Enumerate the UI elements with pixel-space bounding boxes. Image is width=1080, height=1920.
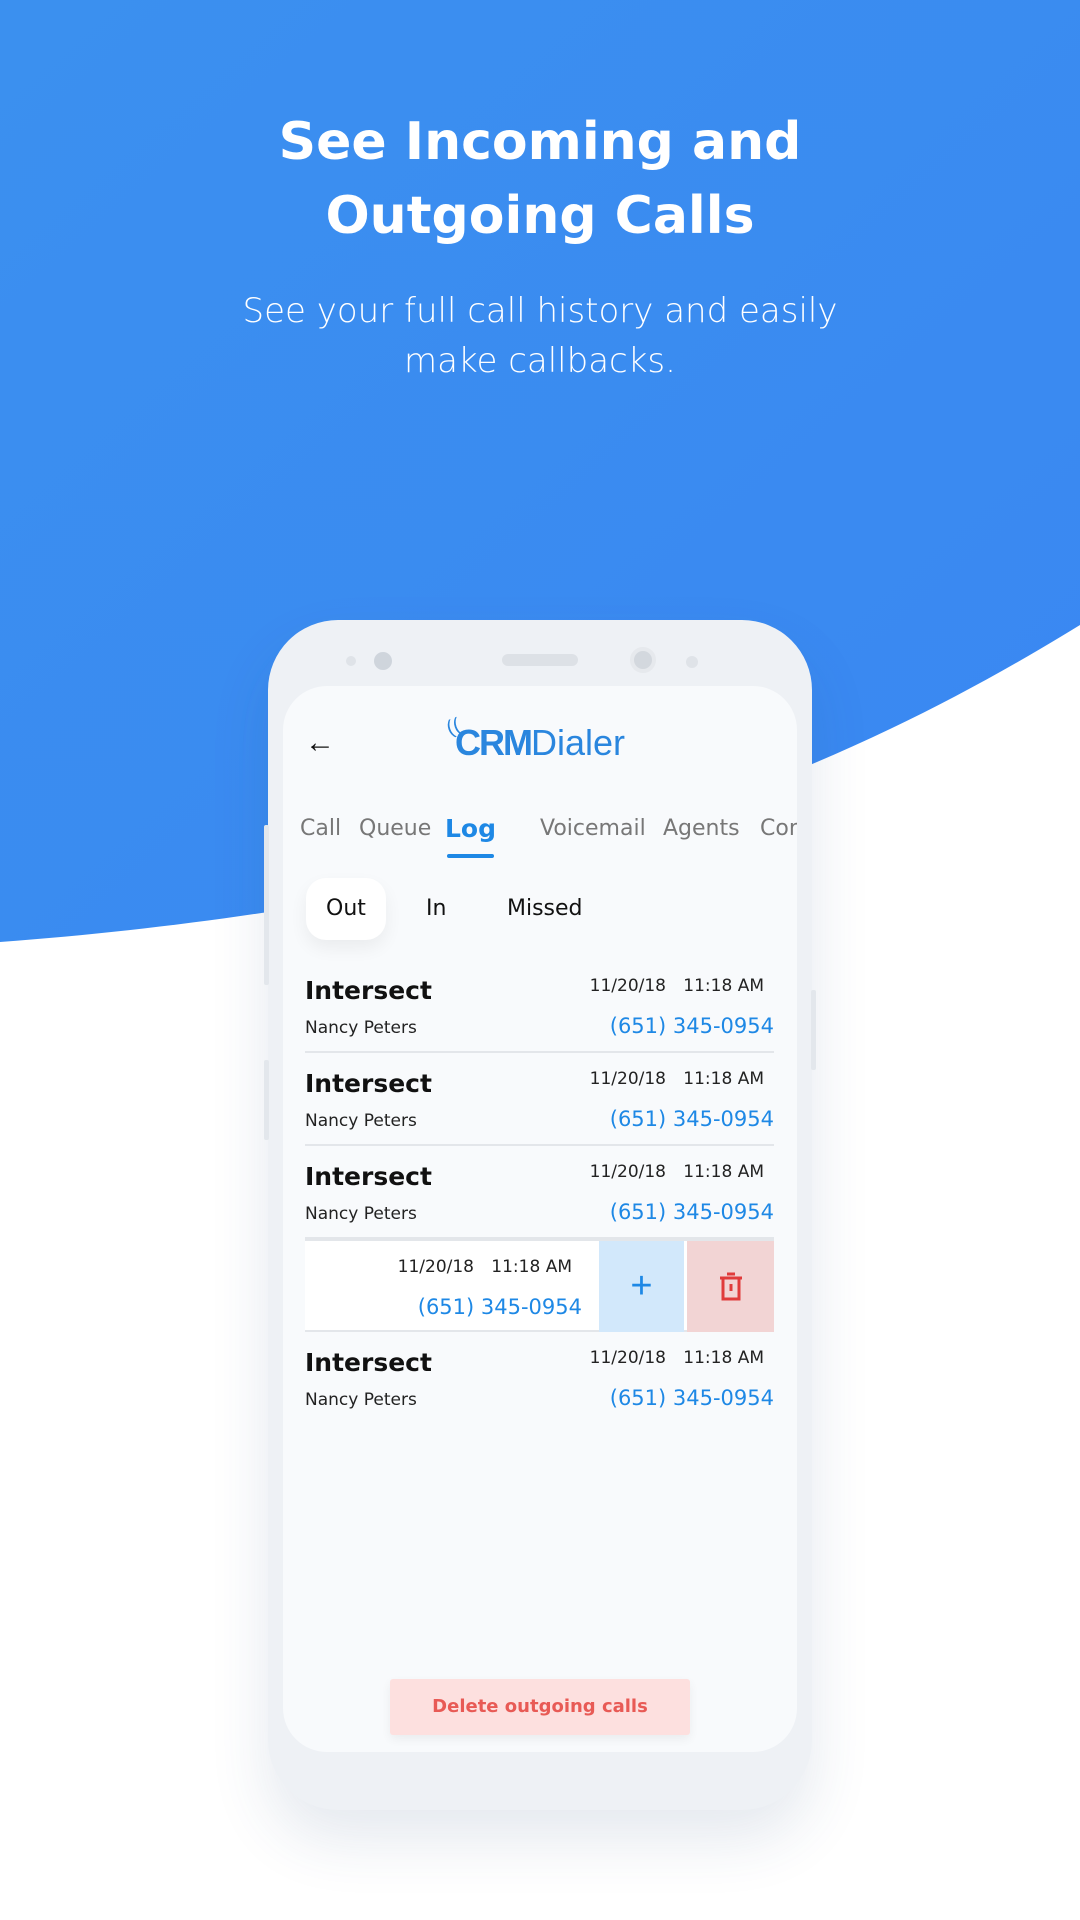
tab-log[interactable]: Log — [445, 814, 496, 858]
side-button — [264, 1060, 269, 1140]
hero-subtitle: See your full call history and easily mak… — [242, 291, 838, 381]
tab-contacts[interactable]: Conta — [760, 816, 797, 841]
subtab-in[interactable]: In — [426, 878, 446, 940]
delete-outgoing-calls-button[interactable]: Delete outgoing calls — [390, 1679, 690, 1735]
phone-number-link[interactable]: (651) 345-0954 — [610, 1014, 774, 1038]
call-log-row-swiped[interactable]: 11/20/18 11:18 AM (651) 345-0954 + — [305, 1239, 774, 1332]
crmdialer-logo: ((CRMDialer — [443, 714, 626, 763]
call-time: 11:18 AM — [683, 1162, 764, 1182]
call-log-row[interactable]: Intersect Nancy Peters 11/20/18 11:18 AM… — [305, 1332, 774, 1425]
phone-number-link[interactable]: (651) 345-0954 — [418, 1295, 582, 1319]
call-date: 11/20/18 — [589, 1162, 666, 1182]
contact-name: Nancy Peters — [305, 1111, 417, 1131]
plus-icon: + — [630, 1265, 653, 1307]
sensor-icon — [346, 656, 356, 666]
arrow-left-icon[interactable]: ← — [305, 726, 335, 760]
call-date: 11/20/18 — [589, 1069, 666, 1089]
speaker-grille — [502, 654, 578, 666]
call-time: 11:18 AM — [683, 1069, 764, 1089]
call-title: Intersect — [305, 976, 432, 1005]
call-time: 11:18 AM — [683, 1348, 764, 1368]
app-screen: ← ((CRMDialer Call Queue Log Voicemail A… — [283, 686, 797, 1752]
call-title: Intersect — [305, 1162, 432, 1191]
call-date: 11/20/18 — [589, 1348, 666, 1368]
call-date: 11/20/18 — [397, 1257, 474, 1277]
tab-queue[interactable]: Queue — [359, 816, 431, 841]
contact-name: Nancy Peters — [305, 1018, 417, 1038]
sensor-icon — [374, 652, 392, 670]
phone-number-link[interactable]: (651) 345-0954 — [610, 1200, 774, 1224]
contact-name: Nancy Peters — [305, 1390, 417, 1410]
volume-button — [264, 825, 269, 985]
call-log-row[interactable]: Intersect Nancy Peters 11/20/18 11:18 AM… — [305, 1146, 774, 1239]
subtab-missed[interactable]: Missed — [507, 878, 583, 940]
signal-icon: (( — [443, 714, 464, 740]
contact-name: Nancy Peters — [305, 1204, 417, 1224]
tab-agents[interactable]: Agents — [663, 816, 740, 841]
call-date: 11/20/18 — [589, 976, 666, 996]
hero-title: See Incoming and Outgoing Calls — [278, 112, 802, 246]
call-title: Intersect — [305, 1348, 432, 1377]
tab-call[interactable]: Call — [300, 816, 341, 841]
subtab-out[interactable]: Out — [306, 878, 386, 940]
call-log-row[interactable]: Intersect Nancy Peters 11/20/18 11:18 AM… — [305, 1053, 774, 1146]
camera-icon — [630, 647, 656, 673]
trash-icon — [719, 1272, 742, 1300]
phone-number-link[interactable]: (651) 345-0954 — [610, 1386, 774, 1410]
call-time: 11:18 AM — [491, 1257, 572, 1277]
add-contact-button[interactable]: + — [599, 1241, 684, 1332]
sensor-icon — [686, 656, 698, 668]
delete-call-button[interactable] — [687, 1241, 774, 1332]
tab-voicemail[interactable]: Voicemail — [540, 816, 646, 841]
call-time: 11:18 AM — [683, 976, 764, 996]
call-title: Intersect — [305, 1069, 432, 1098]
phone-number-link[interactable]: (651) 345-0954 — [610, 1107, 774, 1131]
call-log-row[interactable]: Intersect Nancy Peters 11/20/18 11:18 AM… — [305, 960, 774, 1053]
power-button — [811, 990, 816, 1070]
